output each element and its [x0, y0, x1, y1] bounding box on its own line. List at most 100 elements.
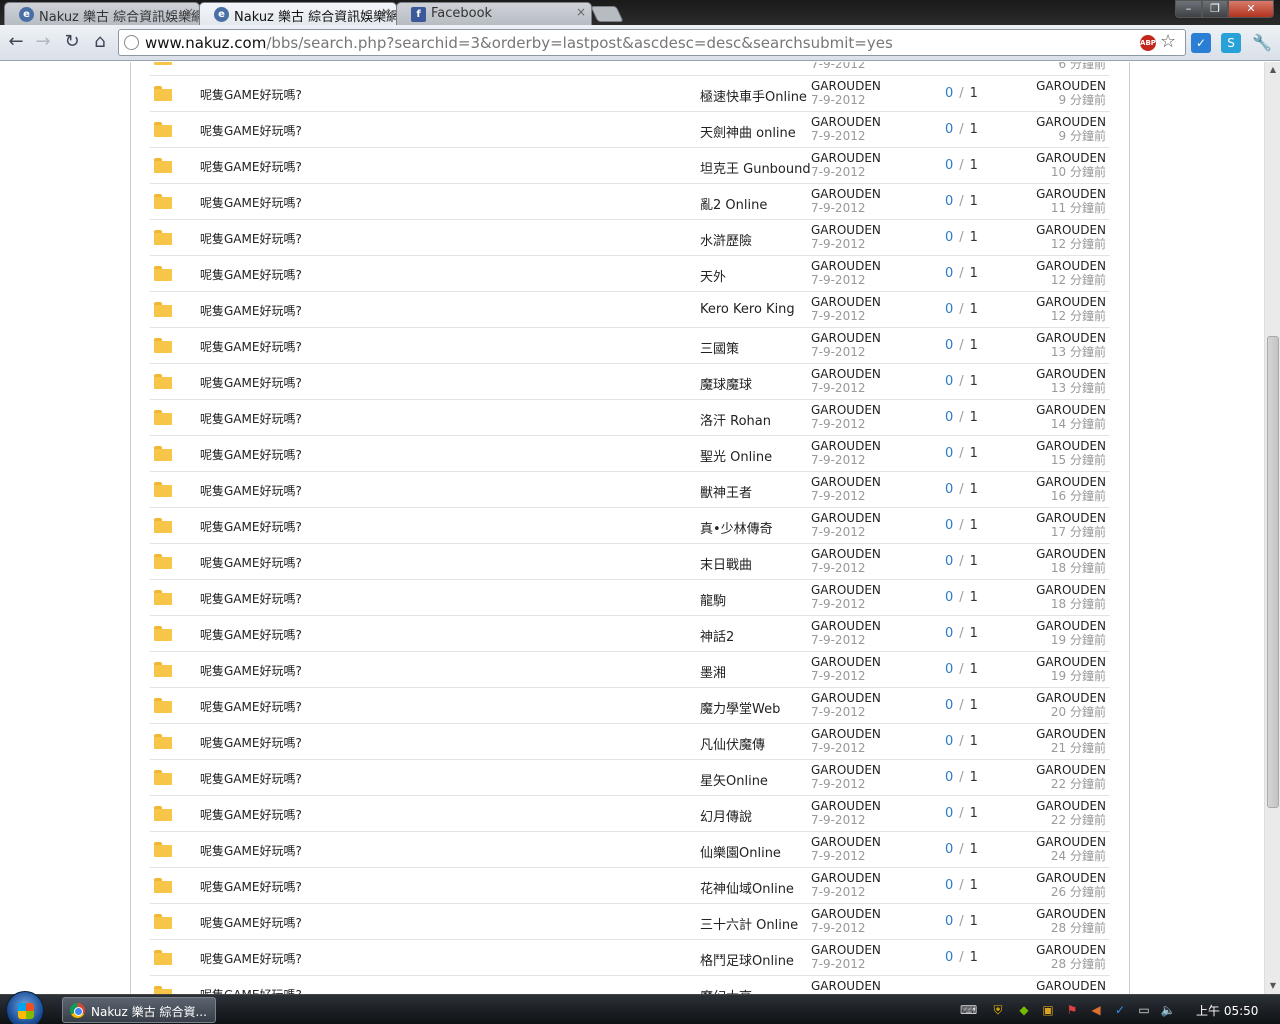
forum-link[interactable]: 魔幻大亨 [700, 986, 752, 994]
author-link[interactable]: GAROUDEN [811, 79, 881, 93]
forum-link[interactable]: 洛汗 Rohan [700, 410, 771, 429]
author-link[interactable]: GAROUDEN [811, 691, 881, 705]
lastpost-author-link[interactable]: GAROUDEN [1036, 403, 1106, 417]
author-link[interactable]: GAROUDEN [811, 727, 881, 741]
lastpost-author-link[interactable]: GAROUDEN [1036, 583, 1106, 597]
author-link[interactable]: GAROUDEN [811, 655, 881, 669]
wrench-menu-icon[interactable]: 🔧 [1252, 33, 1272, 53]
lastpost-time-link[interactable]: 26 分鐘前 [1036, 885, 1106, 899]
thread-title-link[interactable]: 呢隻GAME好玩嗎? [200, 410, 302, 427]
lastpost-time-link[interactable]: 9 分鐘前 [1036, 129, 1106, 143]
close-tab-icon[interactable]: × [184, 5, 194, 19]
back-arrow-icon[interactable]: ← [5, 31, 27, 53]
thread-title-link[interactable]: 呢隻GAME好玩嗎? [200, 626, 302, 643]
lastpost-author-link[interactable]: GAROUDEN [1036, 799, 1106, 813]
home-icon[interactable]: ⌂ [89, 31, 111, 53]
lastpost-author-link[interactable]: GAROUDEN [1036, 475, 1106, 489]
thread-title-link[interactable]: 呢隻GAME好玩嗎? [200, 338, 302, 355]
skype-icon[interactable]: S [1221, 33, 1241, 53]
lastpost-time-link[interactable]: 18 分鐘前 [1036, 597, 1106, 611]
author-link[interactable]: GAROUDEN [811, 835, 881, 849]
volume-icon[interactable]: 🔈 [1160, 1002, 1176, 1018]
forum-link[interactable]: 格鬥足球Online [700, 950, 794, 969]
lastpost-time-link[interactable]: 28 分鐘前 [1036, 921, 1106, 935]
lastpost-time-link[interactable]: 11 分鐘前 [1036, 201, 1106, 215]
lastpost-author-link[interactable]: GAROUDEN [1036, 943, 1106, 957]
lastpost-author-link[interactable]: GAROUDEN [1036, 907, 1106, 921]
taskbar-clock[interactable]: 上午 05:50 [1196, 1002, 1258, 1019]
author-link[interactable]: GAROUDEN [811, 979, 881, 993]
scrollbar-thumb[interactable] [1267, 336, 1279, 808]
forward-arrow-icon[interactable]: → [32, 31, 54, 53]
lastpost-author-link[interactable]: GAROUDEN [1036, 655, 1106, 669]
maximize-button[interactable]: ❐ [1202, 0, 1228, 18]
bookmark-star-icon[interactable]: ☆ [1160, 31, 1176, 52]
author-link[interactable]: GAROUDEN [811, 763, 881, 777]
forum-link[interactable]: 三十六計 Online [700, 914, 798, 933]
shield-icon[interactable]: ⛨ [990, 1002, 1006, 1018]
author-link[interactable]: GAROUDEN [811, 547, 881, 561]
author-link[interactable]: GAROUDEN [811, 295, 881, 309]
lastpost-author-link[interactable]: GAROUDEN [1036, 115, 1106, 129]
thread-title-link[interactable]: 呢隻GAME好玩嗎? [200, 590, 302, 607]
author-link[interactable]: GAROUDEN [811, 511, 881, 525]
lastpost-author-link[interactable]: GAROUDEN [1036, 619, 1106, 633]
scroll-up-arrow-icon[interactable]: ▲ [1265, 62, 1280, 78]
author-link[interactable]: GAROUDEN [811, 331, 881, 345]
lastpost-time-link[interactable]: 18 分鐘前 [1036, 561, 1106, 575]
lastpost-time-link[interactable]: 28 分鐘前 [1036, 957, 1106, 971]
lastpost-time-link[interactable]: 16 分鐘前 [1036, 489, 1106, 503]
forum-link[interactable]: 極速快車手Online [700, 86, 807, 105]
lastpost-time-link[interactable]: 12 分鐘前 [1036, 237, 1106, 251]
author-link[interactable]: GAROUDEN [811, 799, 881, 813]
keyboard-icon[interactable]: ⌨ [960, 1002, 977, 1018]
author-link[interactable]: GAROUDEN [811, 403, 881, 417]
author-link[interactable]: GAROUDEN [811, 583, 881, 597]
network-icon[interactable]: ▭ [1136, 1002, 1152, 1018]
thread-title-link[interactable]: 呢隻GAME好玩嗎? [200, 86, 302, 103]
thread-title-link[interactable]: 呢隻GAME好玩嗎? [200, 122, 302, 139]
lastpost-time-link[interactable]: 22 分鐘前 [1036, 777, 1106, 791]
forum-link[interactable]: 末日戰曲 [700, 554, 752, 573]
lastpost-time-link[interactable]: 19 分鐘前 [1036, 669, 1106, 683]
thread-title-link[interactable]: 呢隻GAME好玩嗎? [200, 806, 302, 823]
thread-title-link[interactable]: 呢隻GAME好玩嗎? [200, 518, 302, 535]
forum-link[interactable]: 龍駒 [700, 590, 726, 609]
tab-facebook[interactable]: f Facebook × [396, 2, 592, 25]
thread-title-link[interactable]: 呢隻GAME好玩嗎? [200, 986, 302, 994]
lastpost-time-link[interactable]: 14 分鐘前 [1036, 417, 1106, 431]
author-link[interactable]: GAROUDEN [811, 367, 881, 381]
forum-link[interactable]: 亂2 Online [700, 194, 767, 213]
thread-title-link[interactable]: 呢隻GAME好玩嗎? [200, 950, 302, 967]
author-link[interactable]: GAROUDEN [811, 151, 881, 165]
page-info-icon[interactable] [124, 35, 139, 50]
author-link[interactable]: GAROUDEN [811, 619, 881, 633]
lastpost-author-link[interactable]: GAROUDEN [1036, 691, 1106, 705]
thread-title-link[interactable]: 呢隻GAME好玩嗎? [200, 878, 302, 895]
thread-title-link[interactable]: 呢隻GAME好玩嗎? [200, 770, 302, 787]
forum-link[interactable]: 神話2 [700, 626, 734, 645]
tab-nakuz-2[interactable]: e Nakuz 樂古 綜合資訊娛樂網 × [199, 2, 397, 25]
lastpost-time-link[interactable]: 15 分鐘前 [1036, 453, 1106, 467]
start-button[interactable] [6, 991, 44, 1024]
lastpost-time-link[interactable]: 9 分鐘前 [1036, 93, 1106, 107]
taskbar-chrome-window[interactable]: Nakuz 樂古 綜合資... [62, 997, 216, 1023]
forum-link[interactable]: 聖光 Online [700, 446, 772, 465]
forum-link[interactable]: 花神仙域Online [700, 878, 794, 897]
thread-title-link[interactable]: 呢隻GAME好玩嗎? [200, 374, 302, 391]
window-close-button[interactable]: ✕ [1228, 0, 1274, 18]
thread-title-link[interactable]: 呢隻GAME好玩嗎? [200, 302, 302, 319]
lastpost-author-link[interactable]: GAROUDEN [1036, 727, 1106, 741]
author-link[interactable]: GAROUDEN [811, 259, 881, 273]
lastpost-time-link[interactable]: 22 分鐘前 [1036, 813, 1106, 827]
author-link[interactable]: GAROUDEN [811, 439, 881, 453]
forum-link[interactable]: Kero Kero King [700, 302, 795, 317]
lastpost-time-link[interactable]: 13 分鐘前 [1036, 381, 1106, 395]
lastpost-author-link[interactable]: GAROUDEN [1036, 835, 1106, 849]
lastpost-author-link[interactable]: GAROUDEN [1036, 151, 1106, 165]
thread-title-link[interactable]: 呢隻GAME好玩嗎? [200, 662, 302, 679]
forum-link[interactable]: 獸神王者 [700, 482, 752, 501]
lastpost-time-link[interactable]: 24 分鐘前 [1036, 849, 1106, 863]
scroll-down-arrow-icon[interactable]: ▼ [1265, 978, 1280, 994]
nvidia-icon[interactable]: ◆ [1016, 1002, 1032, 1018]
